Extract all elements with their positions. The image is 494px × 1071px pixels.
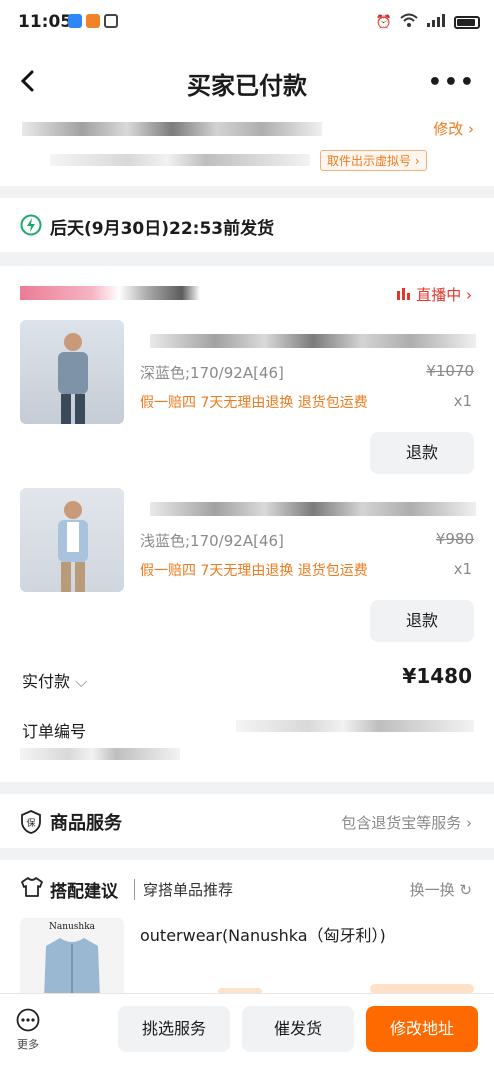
- live-label: 直播中 ›: [416, 286, 472, 304]
- page-title: 买家已付款: [187, 72, 307, 100]
- more-label: 更多: [17, 1038, 39, 1051]
- choose-service-button[interactable]: 挑选服务: [118, 1006, 230, 1052]
- product-spec: 深蓝色;170/92A[46]: [140, 364, 284, 382]
- product-price: ¥1070: [426, 362, 474, 380]
- app-notification-icon: [68, 14, 82, 28]
- suggestion-card: 搭配建议 穿搭单品推荐 换一换 ↻ Nanushka outerwear(Nan…: [0, 860, 494, 998]
- signal-icon: [426, 13, 446, 31]
- address-redacted: [22, 122, 322, 136]
- status-bar: 11:05 ⏰: [0, 0, 494, 46]
- service-card[interactable]: 保 商品服务 包含退货宝等服务 ›: [0, 794, 494, 848]
- refresh-icon: ↻: [459, 881, 472, 899]
- product-title-redacted: [150, 502, 476, 516]
- bottom-action-bar: 更多 挑选服务 催发货 修改地址: [0, 993, 494, 1071]
- live-badge[interactable]: 直播中 ›: [397, 284, 472, 305]
- battery-icon: [454, 15, 480, 29]
- shipping-card: 后天(9月30日)22:53前发货: [0, 198, 494, 252]
- payment-label[interactable]: 实付款 ⌵: [22, 668, 87, 692]
- virtual-number-button[interactable]: 取件出示虚拟号 ›: [320, 150, 427, 171]
- product-image: [20, 320, 124, 424]
- shirt-icon: [21, 877, 43, 897]
- status-app-icons: [68, 14, 118, 28]
- suggestion-subtitle: 穿搭单品推荐: [134, 879, 233, 900]
- order-number-label: 订单编号: [22, 722, 87, 741]
- product-image: [20, 488, 124, 592]
- alarm-icon: ⏰: [375, 14, 392, 30]
- live-bars-icon: [397, 288, 411, 300]
- urge-shipping-button[interactable]: 催发货: [242, 1006, 354, 1052]
- service-title: 商品服务: [50, 813, 122, 834]
- product-promo: 假一赔四 7天无理由退换 退货包运费: [140, 563, 368, 579]
- refresh-label: 换一换: [409, 881, 455, 899]
- more-icon[interactable]: •••: [428, 70, 476, 95]
- navigation-bar: 买家已付款 •••: [0, 46, 494, 116]
- chevron-down-icon: ⌵: [75, 672, 88, 691]
- more-circle-icon: [16, 1008, 40, 1032]
- product-promo: 假一赔四 7天无理由退换 退货包运费: [140, 395, 368, 411]
- brand-label: Nanushka: [48, 922, 96, 932]
- order-time-redacted: [20, 748, 180, 760]
- shop-name-redacted[interactable]: [20, 286, 200, 300]
- shipping-deadline: 后天(9月30日)22:53前发货: [50, 219, 275, 239]
- payment-amount: ¥1480: [402, 664, 472, 688]
- product-spec: 浅蓝色;170/92A[46]: [140, 532, 284, 550]
- status-time: 11:05: [18, 12, 73, 32]
- suggestion-title: 搭配建议: [50, 882, 118, 902]
- service-detail[interactable]: 包含退货宝等服务 ›: [341, 812, 472, 833]
- payment-label-text: 实付款: [22, 672, 71, 691]
- edit-address-link[interactable]: 修改 ›: [433, 118, 474, 139]
- shield-icon: 保: [21, 810, 41, 834]
- suggestion-image[interactable]: Nanushka: [20, 918, 124, 998]
- nfc-icon: [104, 14, 118, 28]
- refund-button[interactable]: 退款: [370, 432, 474, 474]
- order-detail-page: { "status_bar": {"time": "11:05", "batte…: [0, 0, 494, 1071]
- product-qty: x1: [453, 392, 472, 410]
- phone-redacted: [50, 154, 310, 166]
- product-qty: x1: [453, 560, 472, 578]
- order-items-card: 直播中 › 深蓝色;170/92A[46] ¥1070 假一赔四 7天无理由退换…: [0, 266, 494, 782]
- app-notification-icon: [86, 14, 100, 28]
- wifi-icon: [400, 13, 418, 31]
- refund-button[interactable]: 退款: [370, 600, 474, 642]
- refresh-button[interactable]: 换一换 ↻: [410, 879, 472, 900]
- product-price: ¥980: [435, 530, 474, 548]
- svg-text:保: 保: [26, 817, 35, 829]
- edit-address-button[interactable]: 修改地址: [366, 1006, 478, 1052]
- jacket-image: [44, 938, 100, 998]
- address-card[interactable]: 修改 › 取件出示虚拟号 ›: [0, 116, 494, 186]
- more-button[interactable]: 更多: [14, 1008, 42, 1052]
- lightning-icon: [20, 214, 42, 236]
- product-title-redacted: [150, 334, 476, 348]
- order-number-redacted: [236, 720, 474, 732]
- suggestion-item-title[interactable]: outerwear(Nanushka（匈牙利）): [140, 922, 386, 946]
- status-system-icons: ⏰: [376, 13, 480, 31]
